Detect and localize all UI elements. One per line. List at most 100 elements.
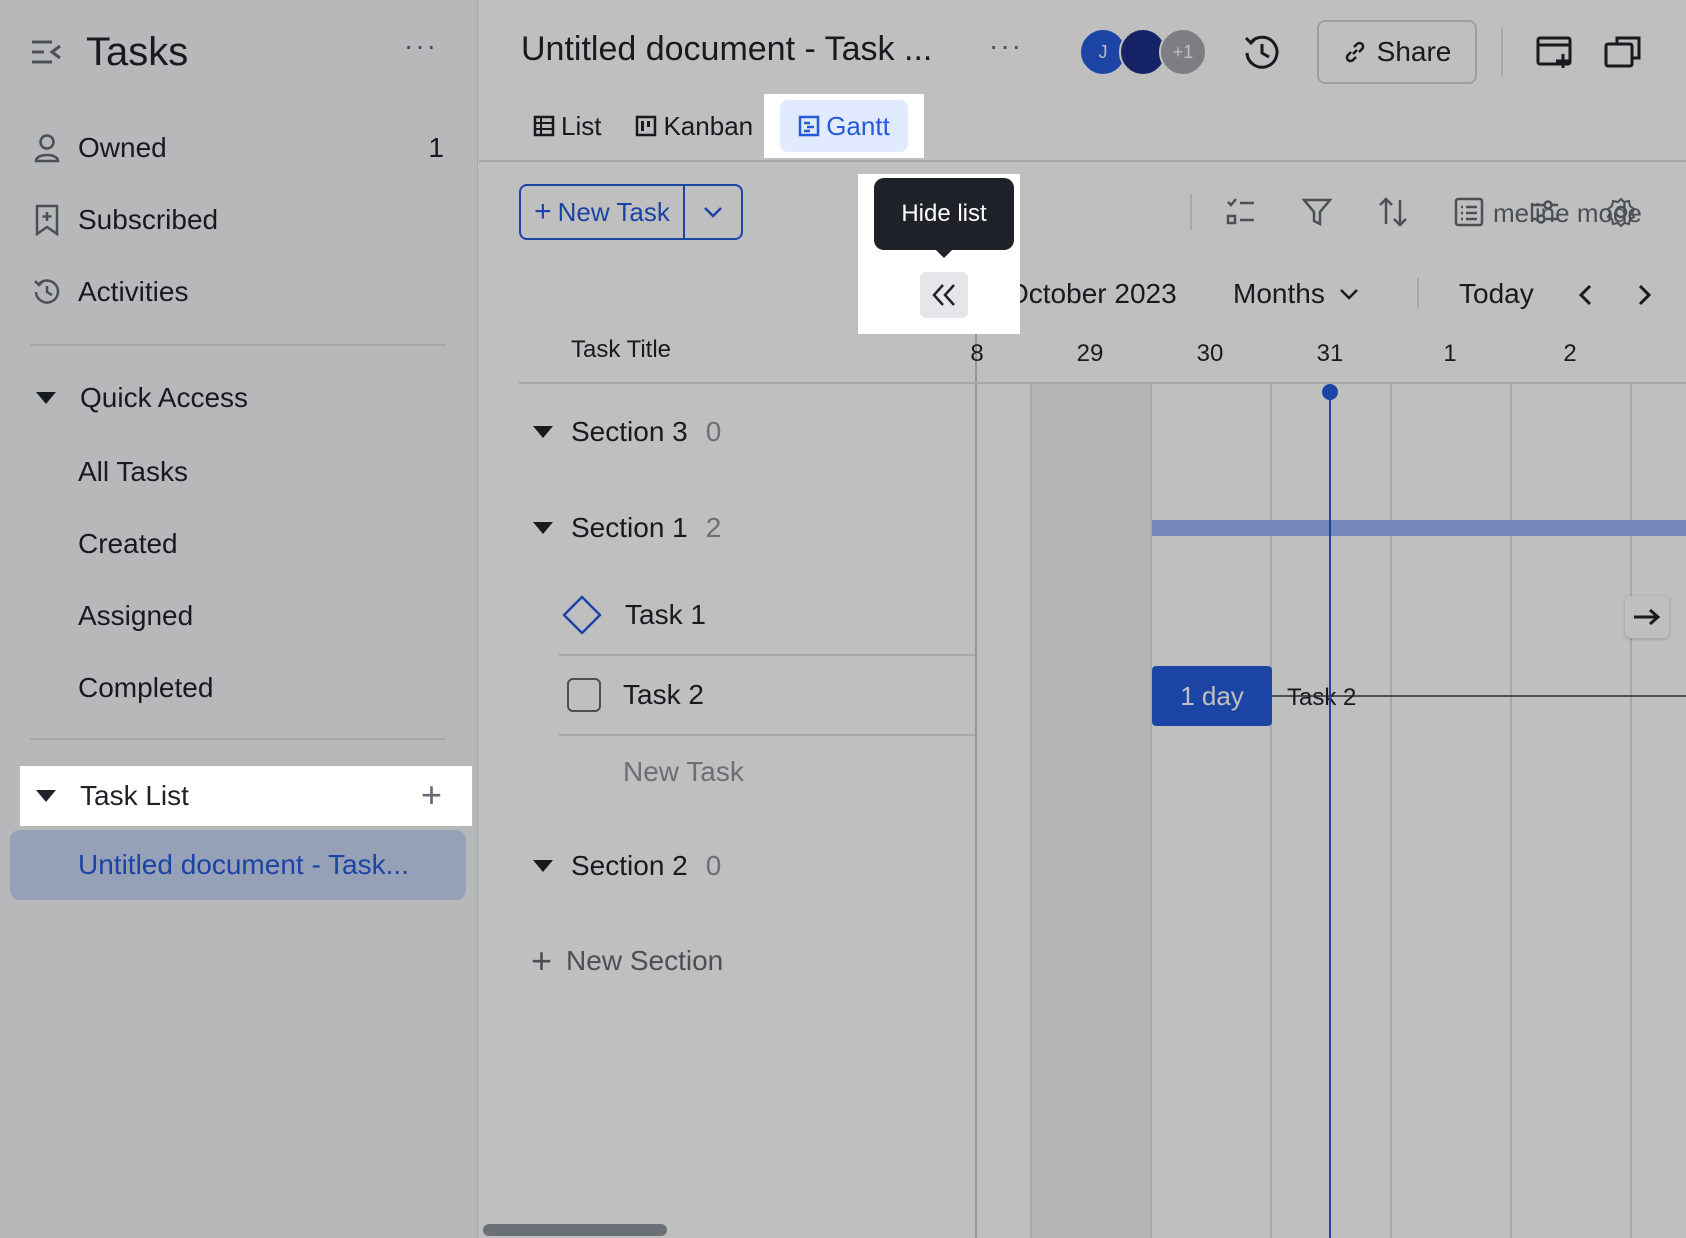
- grid-line: [1030, 384, 1032, 1238]
- time-scale-select[interactable]: Months: [1233, 278, 1359, 310]
- plus-icon: +: [534, 195, 552, 228]
- section-row[interactable]: Section 1 2: [533, 498, 721, 558]
- filter-icon[interactable]: [1301, 196, 1333, 228]
- divider: [479, 160, 1686, 162]
- section-name: Section 3: [571, 416, 688, 447]
- tab-list[interactable]: List: [519, 99, 615, 153]
- today-marker-line: [1329, 392, 1331, 1238]
- task-row[interactable]: Task 1: [559, 576, 975, 656]
- grid-line: [1150, 384, 1152, 1238]
- sort-icon[interactable]: [1377, 196, 1409, 228]
- table-icon: [533, 115, 555, 137]
- tab-label: Kanban: [663, 110, 754, 141]
- horizontal-scrollbar[interactable]: [483, 1224, 667, 1236]
- new-window-icon[interactable]: [1535, 34, 1575, 72]
- caret-down-icon: [533, 426, 553, 438]
- collapse-sidebar-icon[interactable]: [30, 38, 62, 66]
- day-label: 29: [1076, 340, 1104, 367]
- section-summary-bar: [1152, 520, 1686, 536]
- sidebar-item-assigned[interactable]: Assigned: [78, 600, 193, 632]
- today-button[interactable]: Today: [1459, 278, 1534, 310]
- sidebar-item-untitled-document[interactable]: Untitled document - Task...: [10, 830, 466, 900]
- list-divider[interactable]: [975, 256, 977, 1238]
- checklist-icon[interactable]: [1225, 196, 1257, 228]
- collaborator-avatars[interactable]: J +1: [1079, 28, 1219, 76]
- chevron-left-icon[interactable]: [1571, 280, 1601, 310]
- grid-line: [1390, 384, 1392, 1238]
- task-bar[interactable]: 1 day: [1152, 666, 1272, 726]
- share-label: Share: [1376, 36, 1452, 67]
- tab-kanban[interactable]: Kanban: [621, 99, 767, 153]
- sidebar-item-label: Subscribed: [78, 204, 219, 235]
- task-name: Task 1: [625, 599, 706, 630]
- section-row[interactable]: Section 2 0: [533, 836, 721, 896]
- gantt-icon: [798, 115, 820, 137]
- section-count: 0: [705, 416, 722, 447]
- chevron-down-icon: [1339, 289, 1358, 300]
- task-list-label: Task List: [80, 780, 189, 811]
- grid-line: [1630, 384, 1632, 1238]
- tab-gantt[interactable]: Gantt: [780, 100, 908, 152]
- bookmark-icon: [30, 203, 64, 237]
- document-title[interactable]: Untitled document - Task ...: [521, 30, 932, 69]
- sidebar-item-subscribed[interactable]: Subscribed: [20, 190, 460, 250]
- new-task-button-group: + New Task: [519, 184, 743, 240]
- avatar-more[interactable]: +1: [1159, 28, 1207, 76]
- scroll-to-task-button[interactable]: [1625, 596, 1669, 638]
- chevron-right-icon[interactable]: [1629, 280, 1659, 310]
- tab-gantt-highlight: Gantt: [764, 94, 924, 158]
- new-task-button[interactable]: + New Task: [521, 186, 685, 238]
- new-section-label: New Section: [566, 945, 724, 976]
- task-list-toggle[interactable]: Task List +: [20, 766, 472, 826]
- today-marker-dot: [1322, 384, 1338, 400]
- day-label: 2: [1563, 340, 1577, 367]
- kanban-icon: [636, 115, 657, 137]
- time-scale-label: Months: [1233, 278, 1325, 309]
- share-button[interactable]: Share: [1317, 20, 1477, 84]
- view-tabs: List Kanban: [519, 94, 773, 158]
- main-area: Untitled document - Task ... ··· J +1 Sh…: [479, 0, 1686, 1238]
- section-name: Section 1: [571, 512, 688, 543]
- new-task-dropdown[interactable]: [685, 186, 741, 238]
- history-icon[interactable]: [1241, 32, 1283, 74]
- task-checkbox[interactable]: [567, 678, 601, 712]
- caret-down-icon: [36, 790, 56, 802]
- weekend-column: [1031, 384, 1151, 1238]
- milestone-icon[interactable]: [561, 594, 603, 636]
- new-task-label: New Task: [557, 196, 670, 227]
- divider: [30, 738, 446, 740]
- caret-down-icon: [533, 860, 553, 872]
- sidebar-title: Tasks: [86, 30, 189, 74]
- day-label: 31: [1316, 340, 1344, 367]
- sidebar-item-completed[interactable]: Completed: [78, 672, 213, 704]
- quick-access-toggle[interactable]: Quick Access: [20, 368, 460, 428]
- new-section-button[interactable]: + New Section: [531, 940, 723, 982]
- caret-down-icon: [36, 392, 56, 404]
- day-label: 1: [1443, 340, 1457, 367]
- sidebar-item-all-tasks[interactable]: All Tasks: [78, 456, 188, 488]
- hide-list-button[interactable]: [920, 272, 968, 318]
- new-task-input[interactable]: New Task: [623, 756, 744, 788]
- divider: [1417, 278, 1419, 308]
- task-name: Task 2: [623, 679, 704, 710]
- grid-line: [1510, 384, 1512, 1238]
- add-task-list-button[interactable]: +: [421, 774, 442, 816]
- adjust-icon[interactable]: [1529, 196, 1561, 228]
- settings-icon[interactable]: [1605, 196, 1637, 228]
- caret-down-icon: [533, 522, 553, 534]
- divider: [1190, 194, 1192, 230]
- sidebar-item-activities[interactable]: Activities: [20, 262, 460, 322]
- open-in-window-icon[interactable]: [1603, 34, 1643, 72]
- double-chevron-left-icon: [932, 284, 955, 306]
- sidebar-item-created[interactable]: Created: [78, 528, 178, 560]
- sidebar-more-button[interactable]: ···: [404, 30, 438, 62]
- task-bar-label: Task 2: [1287, 684, 1357, 711]
- sidebar-item-owned[interactable]: Owned 1: [20, 118, 460, 178]
- fields-icon[interactable]: [1453, 196, 1485, 228]
- grid-line: [1270, 384, 1272, 1238]
- section-row[interactable]: Section 3 0: [533, 402, 721, 462]
- task-row[interactable]: Task 2: [559, 656, 975, 736]
- document-more-button[interactable]: ···: [989, 30, 1023, 62]
- tooltip-arrow: [934, 248, 954, 258]
- sidebar: Tasks ··· Owned 1 Subscribed Activities: [0, 0, 478, 1238]
